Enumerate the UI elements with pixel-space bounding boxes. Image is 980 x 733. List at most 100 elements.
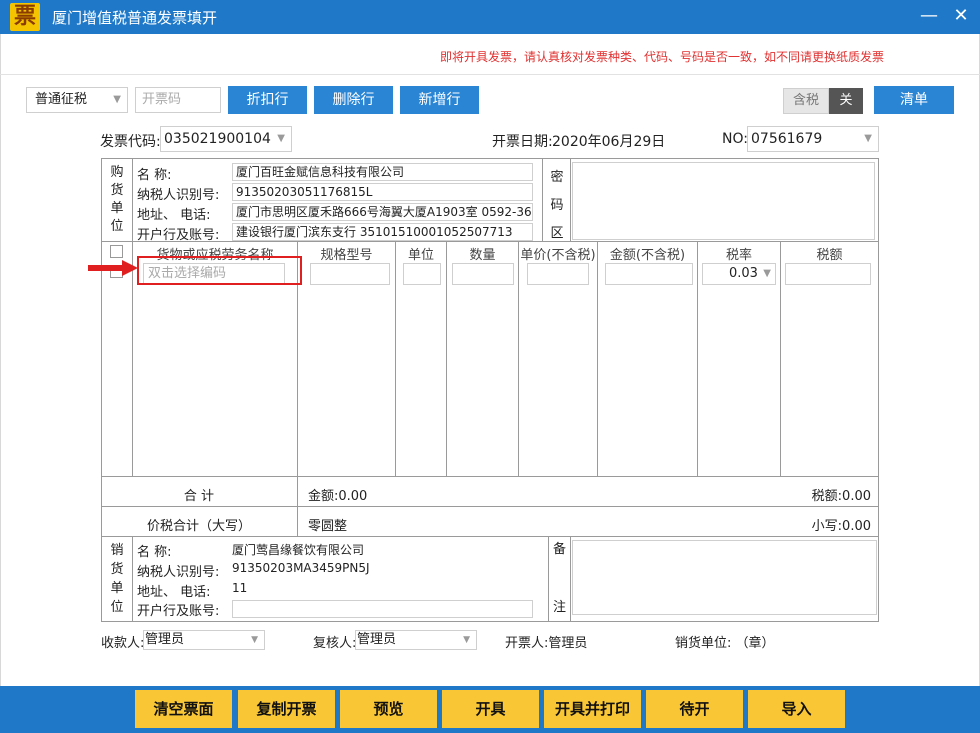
invoice-no-select[interactable]: 07561679 ▼ [747, 126, 879, 152]
invoice-no-label: NO: [722, 131, 748, 147]
divider [570, 536, 571, 622]
highlight-box [137, 256, 302, 285]
seller-label-char: 位 [110, 600, 124, 615]
preview-button[interactable]: 预览 [340, 690, 437, 728]
buyer-label-char: 单 [110, 201, 124, 216]
chevron-down-icon: ▼ [763, 268, 771, 279]
password-area-label: 密 码 区 [546, 164, 568, 248]
divider [597, 241, 598, 477]
tax-mode-value: 普通征税 [35, 92, 88, 107]
app-logo-icon: 票 [10, 3, 40, 31]
chevron-down-icon: ▼ [251, 635, 258, 645]
chevron-down-icon: ▼ [864, 133, 872, 144]
clear-list-button[interactable]: 清单 [874, 86, 954, 114]
divider [101, 476, 879, 477]
divider [697, 241, 698, 477]
item-price-input[interactable] [527, 263, 589, 285]
chevron-down-icon: ▼ [277, 133, 285, 144]
buyer-label-char: 货 [110, 183, 124, 198]
tax-included-toggle[interactable]: 关 [829, 88, 863, 114]
divider [548, 536, 549, 622]
divider [518, 241, 519, 477]
divider [132, 536, 133, 622]
password-label-char: 密 [550, 170, 564, 185]
divider [132, 241, 133, 477]
notice-text: 即将开具发票，请认真核对发票种类、代码、号码是否一致，如不同请更换纸质发票 [440, 50, 885, 64]
password-label-char: 码 [550, 198, 564, 213]
seller-address-label: 地址、 电话: [137, 585, 211, 600]
issue-and-print-button[interactable]: 开具并打印 [544, 690, 641, 728]
buyer-address-field[interactable]: 厦门市思明区厦禾路666号海翼大厦A1903室 0592-3602 [232, 203, 533, 221]
item-amount-input[interactable] [605, 263, 693, 285]
invoice-date-label: 开票日期: [492, 134, 553, 150]
item-spec-input[interactable] [310, 263, 390, 285]
divider [542, 158, 543, 242]
seller-name-label: 名 称: [137, 545, 172, 560]
payee-value: 管理员 [145, 632, 185, 647]
item-quantity-input[interactable] [452, 263, 514, 285]
seller-taxid-label: 纳税人识别号: [137, 565, 220, 580]
tax-mode-select[interactable]: 普通征税 ▼ [26, 87, 128, 113]
divider [101, 536, 879, 537]
chevron-down-icon: ▼ [113, 94, 121, 105]
item-tax-input[interactable] [785, 263, 871, 285]
invoice-code-select[interactable]: 035021900104 ▼ [160, 126, 292, 152]
divider [101, 506, 879, 507]
window-title: 厦门增值税普通发票填开 [52, 9, 218, 27]
col-header-unit: 单位 [407, 248, 434, 263]
invoice-code-label: 发票代码: [100, 134, 161, 150]
minimize-button[interactable]: — [916, 4, 942, 28]
issue-button[interactable]: 开具 [442, 690, 539, 728]
divider [132, 158, 133, 242]
pending-button[interactable]: 待开 [646, 690, 743, 728]
buyer-address-label: 地址、 电话: [137, 208, 211, 223]
drawer-label: 开票人:管理员 [505, 636, 588, 651]
seller-label-char: 销 [110, 543, 124, 558]
copy-invoice-button[interactable]: 复制开票 [238, 690, 335, 728]
buyer-name-field[interactable]: 厦门百旺金赋信息科技有限公司 [232, 163, 533, 181]
add-row-button[interactable]: 新增行 [400, 86, 479, 114]
close-button[interactable]: ✕ [948, 4, 974, 28]
remark-label-char: 注 [552, 600, 566, 615]
select-all-checkbox[interactable] [110, 245, 123, 258]
tax-rate-value: 0.03 [729, 266, 758, 281]
invoice-code-input[interactable]: 开票码 [135, 87, 221, 113]
divider [446, 241, 447, 477]
item-tax-rate-select[interactable]: 0.03 ▼ [702, 263, 776, 285]
divider [101, 241, 879, 242]
buyer-taxid-label: 纳税人识别号: [137, 188, 220, 203]
seller-address-value: 11 [232, 581, 248, 595]
import-button[interactable]: 导入 [748, 690, 845, 728]
buyer-taxid-field[interactable]: 91350203051176815L [232, 183, 533, 201]
buyer-section-label: 购 货 单 位 [104, 164, 130, 236]
total-amount: 金额:0.00 [308, 489, 368, 504]
col-header-quantity: 数量 [469, 248, 496, 263]
payee-label: 收款人: [101, 636, 145, 651]
seller-taxid-value: 91350203MA3459PN5J [232, 561, 370, 575]
discount-row-button[interactable]: 折扣行 [228, 86, 307, 114]
buyer-bank-field[interactable]: 建设银行厦门滨东支行 35101510001052507713 [232, 223, 533, 241]
col-header-spec: 规格型号 [320, 248, 373, 263]
remark-field[interactable] [572, 540, 877, 615]
payee-select[interactable]: 管理员 ▼ [143, 630, 265, 650]
capital-total-label: 价税合计（大写） [146, 519, 251, 534]
password-area [572, 162, 875, 240]
seller-bank-label: 开户行及账号: [137, 604, 220, 619]
delete-row-button[interactable]: 删除行 [314, 86, 393, 114]
divider [395, 241, 396, 477]
seal-label: 销货单位: （章） [675, 636, 775, 651]
total-tax: 税额:0.00 [811, 489, 871, 504]
invoice-code-value: 035021900104 [164, 131, 271, 147]
col-header-price: 单价(不含税) [520, 248, 596, 263]
small-total-value: 小写:0.00 [811, 519, 871, 534]
col-header-tax-rate: 税率 [725, 248, 752, 263]
tax-included-label[interactable]: 含税 [783, 88, 829, 114]
buyer-name-label: 名 称: [137, 168, 172, 183]
reviewer-label: 复核人: [313, 636, 357, 651]
reviewer-select[interactable]: 管理员 ▼ [355, 630, 477, 650]
arrow-pointer-icon [88, 260, 138, 276]
item-unit-input[interactable] [403, 263, 441, 285]
seller-bank-field[interactable] [232, 600, 533, 618]
clear-form-button[interactable]: 清空票面 [135, 690, 232, 728]
